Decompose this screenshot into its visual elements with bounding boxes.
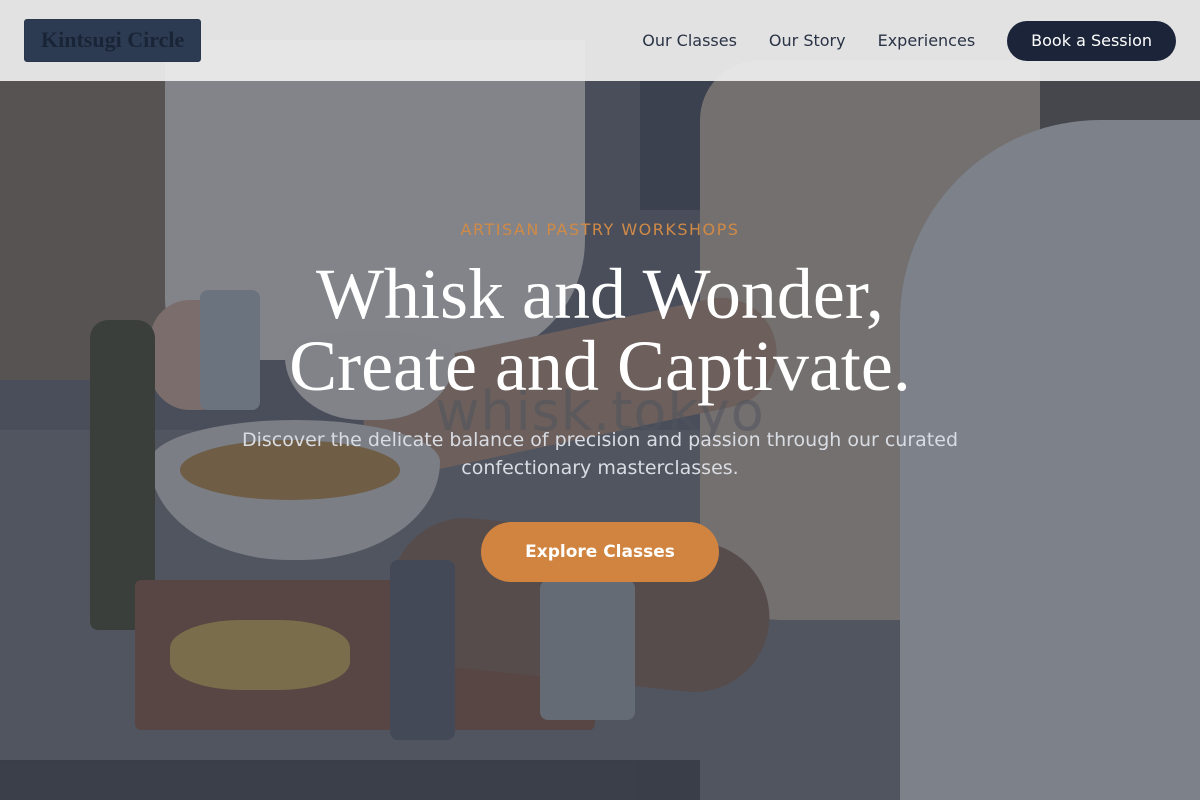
book-session-button[interactable]: Book a Session [1007, 20, 1176, 61]
nav-link-experiences[interactable]: Experiences [878, 31, 976, 50]
nav-link-our-story[interactable]: Our Story [769, 31, 846, 50]
hero-headline: Whisk and Wonder, Create and Captivate. [0, 258, 1200, 402]
hero-headline-line-2: Create and Captivate. [289, 326, 911, 406]
hero-headline-line-1: Whisk and Wonder, [316, 254, 884, 334]
hero-kicker: ARTISAN PASTRY WORKSHOPS [460, 220, 740, 239]
nav-link-our-classes[interactable]: Our Classes [642, 31, 737, 50]
main-nav: Our Classes Our Story Experiences Book a… [642, 20, 1176, 61]
brand-logo[interactable]: Kintsugi Circle [24, 19, 202, 62]
hero-subtext: Discover the delicate balance of precisi… [241, 429, 959, 479]
top-navigation-bar: Kintsugi Circle Our Classes Our Story Ex… [0, 0, 1200, 81]
explore-classes-button[interactable]: Explore Classes [481, 522, 719, 582]
